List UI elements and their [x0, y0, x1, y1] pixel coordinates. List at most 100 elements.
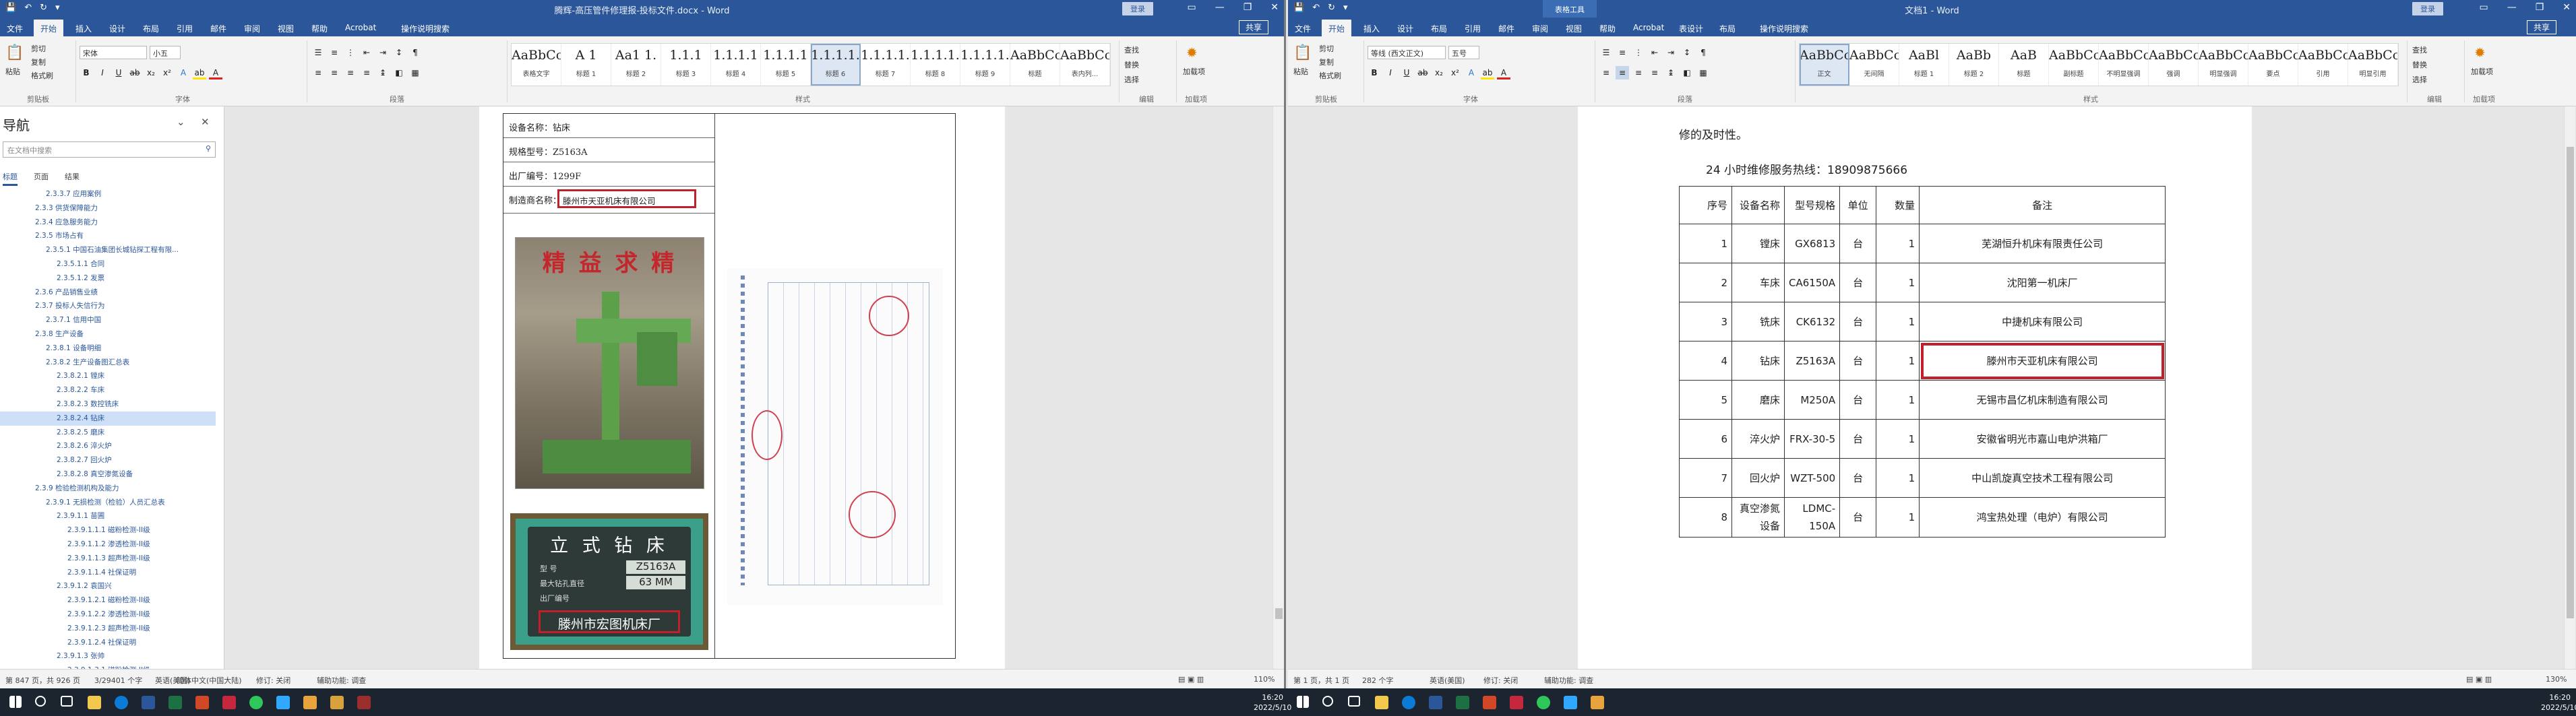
tell-me-search[interactable]: 操作说明搜索	[401, 23, 450, 34]
table-cell[interactable]: GX6813	[1783, 224, 1841, 263]
shading-icon[interactable]: ◧	[392, 66, 406, 79]
table-cell[interactable]: 8	[1679, 497, 1732, 538]
find-button[interactable]: 查找	[1124, 44, 1139, 55]
start-icon[interactable]	[1297, 696, 1309, 708]
format-painter-button[interactable]: 格式刷	[31, 70, 53, 81]
app-icon[interactable]	[303, 696, 317, 709]
search-icon[interactable]: ⚲	[206, 144, 211, 153]
file-explorer-icon[interactable]	[88, 696, 101, 709]
nav-tab-headings[interactable]: 标题	[3, 171, 18, 186]
nav-heading-item[interactable]: 2.3.8 生产设备	[0, 327, 216, 341]
nav-heading-item[interactable]: 2.3.8.2.7 回火炉	[0, 453, 216, 467]
close-icon[interactable]: ✕	[1270, 2, 1279, 13]
table-cell[interactable]: 芜湖恒升机床有限责任公司	[1919, 224, 2166, 263]
table-cell[interactable]: 台	[1839, 419, 1877, 459]
tab-layout[interactable]: 布局	[143, 23, 159, 34]
word-icon[interactable]	[1429, 696, 1442, 709]
nav-heading-item[interactable]: 2.3.9.1.2 袁国兴	[0, 579, 216, 593]
nav-heading-item[interactable]: 2.3.9.1.1.2 渗透检测-II级	[0, 538, 216, 552]
tab-insert[interactable]: 插入	[75, 23, 92, 34]
nav-heading-item[interactable]: 2.3.6 产品销售业绩	[0, 286, 216, 300]
nav-heading-item[interactable]: 2.3.9.1.1 苗圃	[0, 509, 216, 523]
status-language-2[interactable]: 简体中文(中国大陆)	[177, 675, 242, 686]
tab-file[interactable]: 文件	[7, 23, 23, 34]
close-icon[interactable]: ✕	[2563, 2, 2571, 13]
app-icon[interactable]	[357, 696, 371, 709]
table-cell[interactable]: 台	[1839, 263, 1877, 302]
photoshop-icon[interactable]	[1564, 696, 1577, 709]
font-size-select[interactable]: 五号	[1448, 46, 1479, 59]
addins-icon[interactable]: ✹	[1186, 44, 1198, 61]
zoom-level[interactable]: 130%	[2546, 675, 2567, 684]
addins-icon[interactable]: ✹	[2474, 44, 2486, 61]
nav-options-icon[interactable]: ⌄	[177, 116, 185, 128]
table-cell[interactable]: Z5163A	[1783, 341, 1841, 381]
paste-button[interactable]: 粘贴	[5, 66, 20, 77]
decrease-indent-icon[interactable]: ⇤	[1648, 46, 1661, 59]
superscript-button[interactable]: x²	[1448, 66, 1462, 79]
highlighted-manufacturer-cell[interactable]: 滕州市天亚机床有限公司	[1919, 341, 2166, 381]
highlight-color-button[interactable]: ab	[193, 66, 206, 79]
style-item[interactable]: A 1 标题 1	[561, 44, 611, 86]
style-item[interactable]: 1.1.1.1. 标题 8	[911, 44, 960, 86]
sort-icon[interactable]: ↕	[1680, 46, 1694, 59]
table-cell[interactable]: 鸿宝热处理（电炉）有限公司	[1919, 497, 2166, 538]
align-left-icon[interactable]: ≡	[311, 66, 325, 79]
align-left-icon[interactable]: ≡	[1599, 66, 1613, 79]
tab-view[interactable]: 视图	[278, 23, 294, 34]
style-item[interactable]: AaBbCcDc 无间隔	[1849, 44, 1899, 86]
powerpoint-icon[interactable]	[1483, 696, 1496, 709]
word-icon[interactable]	[142, 696, 155, 709]
nav-heading-item[interactable]: 2.3.5.1.2 发票	[0, 271, 216, 286]
ribbon-display-icon[interactable]: ▭	[2479, 2, 2488, 13]
wechat-icon[interactable]	[249, 696, 263, 709]
table-cell[interactable]: 台	[1839, 380, 1877, 420]
font-color-button[interactable]: A	[1497, 66, 1510, 79]
app-icon[interactable]	[330, 696, 344, 709]
sign-in-button[interactable]: 登录	[2412, 2, 2443, 15]
nav-heading-item[interactable]: 2.3.8.2 生产设备图汇总表	[0, 356, 216, 370]
text-effects-button[interactable]: A	[1465, 66, 1478, 79]
paste-icon[interactable]: 📋	[5, 44, 24, 61]
edge-icon[interactable]	[115, 696, 128, 709]
tab-review[interactable]: 审阅	[1532, 23, 1548, 34]
nav-heading-item[interactable]: 2.3.9.1.1.4 社保证明	[0, 566, 216, 580]
vertical-scrollbar[interactable]	[2564, 106, 2575, 669]
borders-icon[interactable]: ▦	[408, 66, 422, 79]
taskbar-clock[interactable]: 16:20 2022/5/10	[2541, 692, 2576, 713]
start-icon[interactable]	[9, 696, 22, 708]
style-item[interactable]: 1.1.1.1. 标题 9	[960, 44, 1010, 86]
nav-heading-item[interactable]: 2.3.5 市场占有	[0, 229, 216, 243]
italic-button[interactable]: I	[1384, 66, 1397, 79]
table-cell[interactable]: 1	[1876, 380, 1920, 420]
style-item[interactable]: 1.1.1.1 标题 5	[761, 44, 811, 86]
nav-heading-item[interactable]: 2.3.8.2.4 钻床	[0, 411, 216, 426]
bold-button[interactable]: B	[1368, 66, 1381, 79]
table-cell[interactable]: CA6150A	[1783, 263, 1841, 302]
nav-search-input[interactable]: 在文档中搜索 ⚲	[3, 141, 216, 158]
nav-tab-pages[interactable]: 页面	[34, 171, 49, 186]
style-item[interactable]: AaBbCcDc 正文	[1800, 44, 1849, 86]
nav-heading-item[interactable]: 2.3.8.2.1 镗床	[0, 369, 216, 383]
table-cell[interactable]: 1	[1876, 341, 1920, 381]
superscript-button[interactable]: x²	[160, 66, 174, 79]
style-item[interactable]: AaBbCcD 表内列...	[1060, 44, 1110, 86]
photoshop-icon[interactable]	[276, 696, 290, 709]
addins-button[interactable]: 加载项	[1183, 66, 1205, 77]
align-center-icon[interactable]: ≡	[1616, 66, 1629, 79]
maximize-icon[interactable]: ❐	[1244, 2, 1252, 13]
maximize-icon[interactable]: ❐	[2536, 2, 2544, 13]
status-accessibility[interactable]: 辅助功能: 调查	[1544, 675, 1593, 686]
table-cell[interactable]: 1	[1876, 224, 1920, 263]
tab-review[interactable]: 审阅	[244, 23, 260, 34]
bullets-icon[interactable]: ☰	[1599, 46, 1613, 59]
style-item[interactable]: AaBbCcDc 引用	[2298, 44, 2348, 86]
style-item[interactable]: AaB 标题	[1999, 44, 2049, 86]
table-cell[interactable]: 沈阳第一机床厂	[1919, 263, 2166, 302]
copy-button[interactable]: 复制	[31, 57, 46, 67]
tab-help[interactable]: 帮助	[1599, 23, 1616, 34]
app-icon[interactable]	[1591, 696, 1604, 709]
bold-button[interactable]: B	[80, 66, 93, 79]
nav-heading-item[interactable]: 2.3.3.7 应用案例	[0, 187, 216, 201]
table-cell[interactable]: WZT-500	[1783, 458, 1841, 498]
